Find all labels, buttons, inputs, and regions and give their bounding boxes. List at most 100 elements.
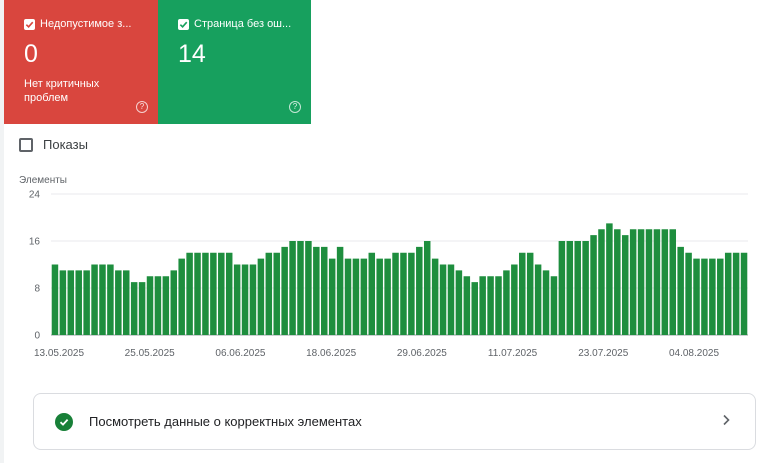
bar — [91, 264, 98, 335]
bar — [225, 252, 233, 335]
chevron-right-icon — [721, 413, 731, 431]
bar — [281, 246, 288, 335]
bar — [669, 229, 677, 335]
bar — [471, 282, 478, 335]
items-chart: Элементы 0 8 16 24 13.05.2025 25.05.2025 06.06… — [4, 170, 768, 370]
valid-items-header: Страница без ош... — [178, 18, 291, 30]
x-tick-label: 29.06.2025 — [397, 348, 447, 359]
bar — [51, 264, 59, 335]
bar — [146, 276, 154, 335]
bar — [376, 258, 383, 335]
y-tick-label: 8 — [34, 284, 40, 295]
view-valid-items-button[interactable]: Посмотреть данные о корректных элементах — [33, 393, 756, 450]
y-tick-label: 16 — [29, 237, 41, 248]
invalid-items-card[interactable]: Недопустимое з... 0 Нет критичных пробле… — [4, 0, 158, 124]
x-tick-label: 04.08.2025 — [669, 348, 719, 359]
bar — [99, 264, 106, 335]
bar — [265, 252, 273, 335]
valid-items-card[interactable]: Страница без ош... 14 ? — [158, 0, 311, 124]
bar — [455, 270, 463, 335]
bar — [724, 252, 732, 335]
bar — [241, 264, 249, 335]
bar — [67, 270, 75, 335]
bar — [83, 270, 90, 335]
invalid-items-count: 0 — [24, 40, 38, 68]
bar — [542, 270, 550, 335]
bar — [202, 252, 209, 335]
x-tick-label: 11.07.2025 — [488, 348, 538, 359]
help-circle-icon[interactable]: ? — [289, 101, 301, 113]
x-tick-label: 06.06.2025 — [215, 348, 265, 359]
bar — [495, 276, 502, 335]
bar-chart: 0 8 16 24 13.05.2025 25.05.2025 06.06.2025 18.0… — [29, 190, 748, 359]
checkbox-unchecked-icon[interactable] — [19, 137, 33, 152]
impressions-toggle[interactable]: Показы — [19, 137, 88, 152]
bar — [637, 229, 645, 335]
bar — [519, 252, 526, 335]
valid-items-title: Страница без ош... — [194, 18, 291, 30]
checkbox-checked-icon[interactable] — [24, 18, 35, 30]
bar — [685, 252, 692, 335]
bar — [122, 270, 130, 335]
bar — [463, 276, 471, 335]
impressions-label: Показы — [43, 137, 88, 152]
checkbox-checked-icon[interactable] — [178, 18, 189, 30]
bar — [162, 276, 170, 335]
bar — [439, 264, 447, 335]
bar — [249, 264, 257, 335]
bar — [503, 270, 510, 335]
bar — [717, 258, 724, 335]
bar — [360, 258, 368, 335]
x-tick-label: 23.07.2025 — [578, 348, 628, 359]
bar — [352, 258, 360, 335]
bar — [621, 235, 629, 335]
bar — [590, 235, 597, 335]
bar — [178, 258, 185, 335]
bar — [598, 229, 605, 335]
bar — [534, 264, 542, 335]
bar — [194, 252, 201, 335]
bar — [210, 252, 217, 335]
bar — [368, 252, 376, 335]
bar — [138, 282, 146, 335]
bar — [257, 258, 265, 335]
bar — [400, 252, 407, 335]
bar — [614, 229, 621, 335]
bar — [186, 252, 193, 335]
bar — [526, 252, 534, 335]
bar — [740, 252, 748, 335]
bar — [170, 270, 178, 335]
bar — [558, 241, 566, 335]
invalid-items-header: Недопустимое з... — [24, 18, 138, 30]
bar — [416, 246, 423, 335]
bar — [392, 252, 399, 335]
bar — [344, 258, 352, 335]
bar — [233, 264, 241, 335]
help-circle-icon[interactable]: ? — [136, 101, 148, 113]
x-tick-label: 18.06.2025 — [306, 348, 356, 359]
bar — [566, 241, 574, 335]
valid-items-count: 14 — [178, 40, 206, 68]
bar — [336, 246, 344, 335]
bar — [550, 276, 558, 335]
bar — [661, 229, 669, 335]
bar — [732, 252, 740, 335]
bar — [431, 258, 439, 335]
bar — [511, 264, 518, 335]
bar — [693, 258, 700, 335]
bar — [423, 241, 431, 335]
bar — [313, 246, 320, 335]
bar — [447, 264, 455, 335]
bar — [574, 241, 581, 335]
invalid-items-title: Недопустимое з... — [40, 18, 132, 30]
bar — [653, 229, 661, 335]
view-valid-items-label: Посмотреть данные о корректных элементах — [89, 414, 362, 429]
bar — [629, 229, 637, 335]
check-circle-icon — [55, 412, 73, 431]
y-tick-label: 24 — [29, 190, 41, 201]
bar — [115, 270, 122, 335]
bar — [59, 270, 67, 335]
bar — [645, 229, 653, 335]
bar — [321, 246, 328, 335]
bar — [273, 252, 280, 335]
